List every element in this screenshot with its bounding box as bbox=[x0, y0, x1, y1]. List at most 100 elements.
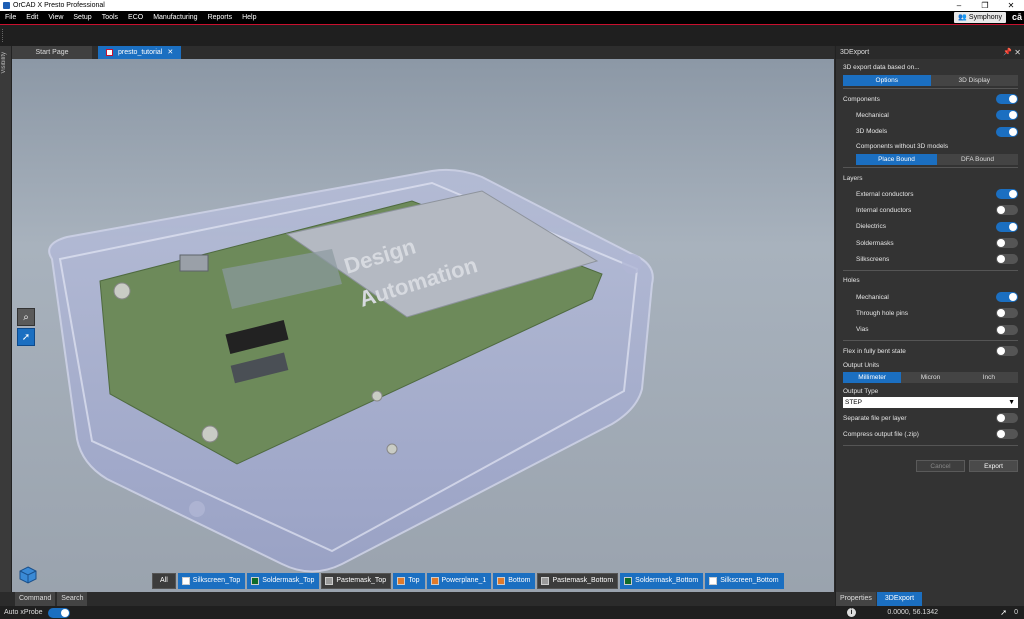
layer-chip[interactable]: Powerplane_1 bbox=[426, 573, 492, 589]
layer-swatch bbox=[397, 577, 406, 585]
layer-chip[interactable]: Soldermask_Bottom bbox=[620, 573, 704, 589]
millimeter-option[interactable]: Millimeter bbox=[843, 372, 902, 384]
through-hole-toggle[interactable] bbox=[996, 308, 1018, 319]
divider bbox=[843, 166, 1018, 168]
layer-swatch bbox=[497, 577, 506, 585]
window-controls: – ❐ ✕ bbox=[946, 0, 1024, 11]
flex-toggle[interactable] bbox=[996, 345, 1018, 356]
tab-3dexport[interactable]: 3DExport bbox=[876, 592, 923, 606]
layer-chip[interactable]: Top bbox=[393, 573, 425, 589]
units-segment: Millimeter Micron Inch bbox=[843, 372, 1018, 384]
menu-setup[interactable]: Setup bbox=[68, 11, 96, 24]
export-button[interactable]: Export bbox=[969, 459, 1018, 472]
components-toggle[interactable] bbox=[996, 94, 1018, 104]
minimize-icon[interactable]: – bbox=[946, 0, 972, 11]
through-hole-label: Through hole pins bbox=[856, 309, 909, 317]
panel-actions: Cancel Export bbox=[843, 459, 1018, 472]
magnifier-icon: ⌕ bbox=[23, 311, 29, 323]
dfa-bound-option[interactable]: DFA Bound bbox=[937, 154, 1018, 165]
layer-label: Pastemask_Top bbox=[336, 577, 387, 584]
auto-xprobe-toggle[interactable] bbox=[47, 607, 70, 618]
external-label: External conductors bbox=[856, 190, 914, 198]
separate-toggle[interactable] bbox=[996, 413, 1018, 424]
menu-eco[interactable]: ECO bbox=[123, 11, 148, 24]
layer-chip[interactable]: Silkscreen_Bottom bbox=[705, 573, 784, 589]
toolbar-grip[interactable] bbox=[2, 29, 4, 42]
3d-viewport[interactable]: Design Automation ⌕ ➚ bbox=[12, 59, 834, 592]
menu-help[interactable]: Help bbox=[237, 11, 261, 24]
without-models-label: Components without 3D models bbox=[856, 142, 949, 150]
place-bound-option[interactable]: Place Bound bbox=[856, 153, 937, 165]
restore-icon[interactable]: ❐ bbox=[972, 0, 998, 11]
external-toggle[interactable] bbox=[996, 189, 1018, 200]
visibility-strip[interactable]: Visibility bbox=[0, 46, 12, 592]
output-type-select[interactable]: STEP ▼ bbox=[843, 397, 1018, 409]
menu-file[interactable]: File bbox=[0, 11, 21, 24]
layer-label: Top bbox=[408, 577, 420, 584]
based-on-segment: Options 3D Display bbox=[843, 75, 1018, 86]
info-icon[interactable]: i bbox=[847, 608, 856, 617]
vias-toggle[interactable] bbox=[996, 324, 1018, 335]
tab-command[interactable]: Command bbox=[15, 592, 56, 606]
divider bbox=[843, 88, 1018, 89]
dielectrics-toggle[interactable] bbox=[996, 221, 1018, 232]
internal-toggle[interactable] bbox=[996, 205, 1018, 216]
title-bar: OrCAD X Presto Professional – ❐ ✕ bbox=[0, 0, 1024, 11]
micron-option[interactable]: Micron bbox=[901, 372, 959, 383]
menu-manufacturing[interactable]: Manufacturing bbox=[148, 11, 202, 24]
close-panel-icon[interactable]: ✕ bbox=[1014, 46, 1021, 59]
output-type-label: Output Type bbox=[843, 387, 879, 395]
options-tab[interactable]: Options bbox=[843, 75, 931, 86]
tab-properties[interactable]: Properties bbox=[836, 592, 876, 606]
layer-all-button[interactable]: All bbox=[152, 573, 176, 589]
zoom-button[interactable]: ⌕ bbox=[17, 308, 35, 326]
tab-presto-tutorial[interactable]: presto_tutorial ✕ bbox=[98, 46, 182, 59]
chevron-down-icon: ▼ bbox=[1008, 399, 1015, 407]
auto-xprobe-label: Auto xProbe bbox=[4, 609, 43, 616]
mechanical-toggle[interactable] bbox=[996, 110, 1018, 121]
soldermasks-toggle[interactable] bbox=[996, 238, 1018, 249]
3d-models-label: 3D Models bbox=[856, 128, 888, 136]
menu-bar: File Edit View Setup Tools ECO Manufactu… bbox=[0, 11, 1024, 24]
panel-tabs: Properties 3DExport bbox=[836, 592, 923, 606]
layer-chip[interactable]: Silkscreen_Top bbox=[177, 573, 246, 589]
layer-chip[interactable]: Pastemask_Top bbox=[321, 573, 392, 589]
pin-icon[interactable]: 📌 bbox=[1003, 46, 1012, 59]
tab-search[interactable]: Search bbox=[57, 592, 88, 606]
divider bbox=[843, 269, 1018, 271]
menu-view[interactable]: View bbox=[43, 11, 68, 24]
layer-chip[interactable]: Bottom bbox=[493, 573, 536, 589]
board-render: Design Automation bbox=[48, 168, 654, 573]
close-window-icon[interactable]: ✕ bbox=[998, 0, 1024, 11]
inch-option[interactable]: Inch bbox=[960, 372, 1018, 383]
3d-models-toggle[interactable] bbox=[996, 126, 1018, 137]
select-tool-button[interactable]: ➚ bbox=[17, 328, 35, 346]
menu-tools[interactable]: Tools bbox=[97, 11, 123, 24]
view-cube-icon[interactable] bbox=[18, 565, 38, 585]
mount-hole-4 bbox=[386, 443, 398, 455]
holes-mechanical-row: Mechanical bbox=[843, 289, 1018, 305]
selection-count: 0 bbox=[1014, 609, 1018, 616]
close-tab-icon[interactable]: ✕ bbox=[167, 46, 173, 59]
mount-hole-2 bbox=[201, 425, 219, 443]
layer-chip[interactable]: Pastemask_Bottom bbox=[537, 573, 619, 589]
menu-reports[interactable]: Reports bbox=[203, 11, 238, 24]
silkscreens-toggle[interactable] bbox=[996, 254, 1018, 265]
users-icon: 👥 bbox=[958, 14, 967, 21]
symphony-button[interactable]: 👥 Symphony bbox=[954, 12, 1006, 23]
cancel-button[interactable]: Cancel bbox=[916, 459, 965, 472]
panel-title: 3DExport bbox=[840, 49, 870, 56]
layer-swatch bbox=[709, 577, 718, 585]
layer-swatch bbox=[325, 577, 334, 585]
window-title: OrCAD X Presto Professional bbox=[13, 2, 105, 9]
cadence-logo-icon: cā bbox=[1011, 12, 1022, 22]
toolbar bbox=[0, 25, 1024, 46]
internal-label: Internal conductors bbox=[856, 207, 912, 215]
tab-start-page[interactable]: Start Page bbox=[12, 46, 92, 59]
layer-label: Soldermask_Top bbox=[262, 577, 315, 584]
layer-chip[interactable]: Soldermask_Top bbox=[247, 573, 320, 589]
holes-mechanical-toggle[interactable] bbox=[996, 291, 1018, 302]
menu-edit[interactable]: Edit bbox=[21, 11, 43, 24]
compress-toggle[interactable] bbox=[996, 429, 1018, 440]
3d-display-tab[interactable]: 3D Display bbox=[931, 75, 1019, 86]
